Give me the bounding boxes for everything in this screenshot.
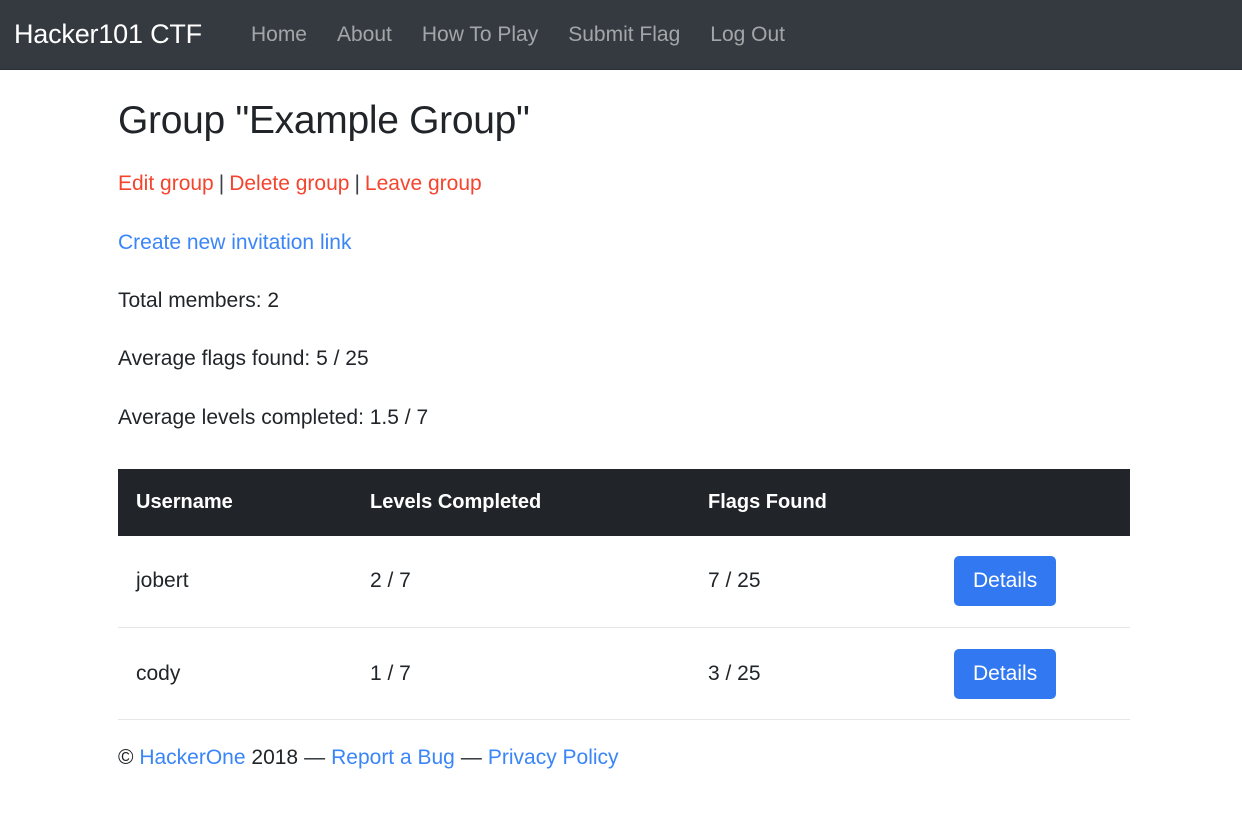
members-table: Username Levels Completed Flags Found jo…	[118, 469, 1130, 721]
column-header-actions	[936, 469, 1130, 536]
nav-link-home[interactable]: Home	[236, 24, 322, 45]
page-footer: © HackerOne 2018—Report a Bug—Privacy Po…	[118, 745, 1126, 770]
table-header-row: Username Levels Completed Flags Found	[118, 469, 1130, 536]
group-action-links: Edit group|Delete group|Leave group	[118, 171, 1126, 196]
members-table-head: Username Levels Completed Flags Found	[118, 469, 1130, 536]
cell-actions: Details	[936, 536, 1130, 628]
column-header-username: Username	[118, 469, 352, 536]
hackerone-link[interactable]: HackerOne	[139, 746, 245, 769]
cell-username: cody	[118, 628, 352, 720]
stat-average-levels-completed: Average levels completed: 1.5 / 7	[118, 405, 1126, 430]
footer-year: 2018	[251, 746, 298, 769]
footer-dash-1: —	[298, 746, 331, 769]
nav-link-how-to-play[interactable]: How To Play	[407, 24, 553, 45]
nav-links: Home About How To Play Submit Flag Log O…	[236, 24, 800, 45]
action-separator-2: |	[349, 172, 364, 195]
cell-actions: Details	[936, 628, 1130, 720]
cell-levels-completed: 2 / 7	[352, 536, 690, 628]
top-navbar: Hacker101 CTF Home About How To Play Sub…	[0, 0, 1242, 70]
edit-group-link[interactable]: Edit group	[118, 172, 214, 195]
members-table-body: jobert 2 / 7 7 / 25 Details cody 1 / 7 3…	[118, 536, 1130, 720]
cell-levels-completed: 1 / 7	[352, 628, 690, 720]
copyright-symbol: ©	[118, 746, 133, 769]
cell-flags-found: 7 / 25	[690, 536, 936, 628]
leave-group-link[interactable]: Leave group	[365, 172, 482, 195]
page-title: Group "Example Group"	[118, 98, 1126, 145]
details-button[interactable]: Details	[954, 649, 1056, 699]
table-row: cody 1 / 7 3 / 25 Details	[118, 628, 1130, 720]
create-invitation-link[interactable]: Create new invitation link	[118, 231, 351, 254]
page-container: Group "Example Group" Edit group|Delete …	[116, 98, 1126, 770]
column-header-flags-found: Flags Found	[690, 469, 936, 536]
brand-logo[interactable]: Hacker101 CTF	[14, 21, 202, 48]
stat-average-flags-found: Average flags found: 5 / 25	[118, 346, 1126, 371]
report-a-bug-link[interactable]: Report a Bug	[331, 746, 455, 769]
cell-username: jobert	[118, 536, 352, 628]
invitation-link-row: Create new invitation link	[118, 230, 1126, 255]
nav-link-about[interactable]: About	[322, 24, 407, 45]
stat-total-members: Total members: 2	[118, 288, 1126, 313]
footer-dash-2: —	[455, 746, 488, 769]
table-row: jobert 2 / 7 7 / 25 Details	[118, 536, 1130, 628]
privacy-policy-link[interactable]: Privacy Policy	[488, 746, 619, 769]
action-separator-1: |	[214, 172, 229, 195]
delete-group-link[interactable]: Delete group	[229, 172, 349, 195]
nav-link-submit-flag[interactable]: Submit Flag	[553, 24, 695, 45]
nav-link-log-out[interactable]: Log Out	[695, 24, 800, 45]
column-header-levels-completed: Levels Completed	[352, 469, 690, 536]
cell-flags-found: 3 / 25	[690, 628, 936, 720]
details-button[interactable]: Details	[954, 556, 1056, 606]
